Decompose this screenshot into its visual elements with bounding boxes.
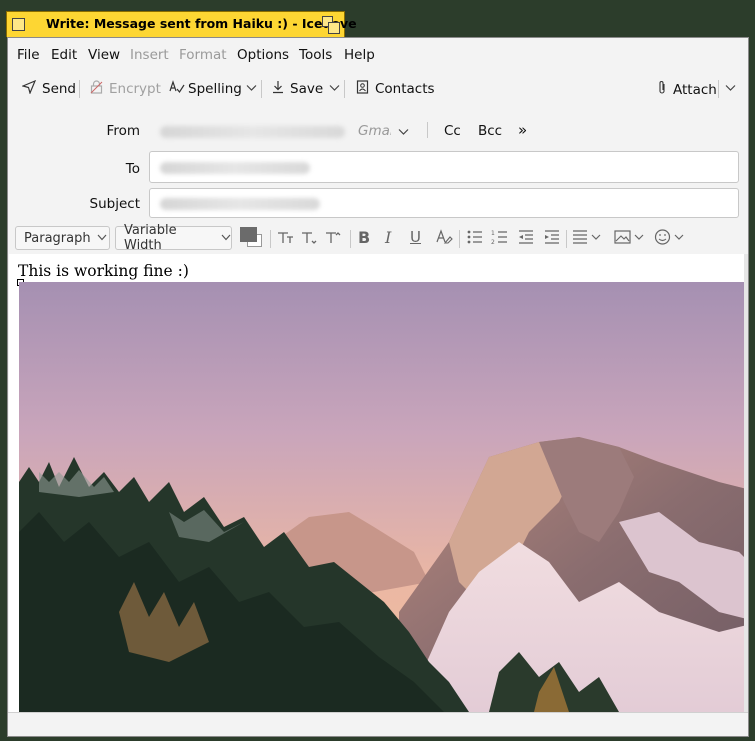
emoji-menu-icon[interactable] [654, 228, 686, 250]
save-button[interactable]: Save [272, 80, 323, 98]
send-label: Send [42, 81, 77, 97]
window-title: Write: Message sent from Haiku :) - Iced… [46, 16, 357, 31]
font-family-select[interactable]: Variable Width [115, 223, 232, 253]
font-size-reduce-icon[interactable] [300, 228, 318, 250]
zoom-box-icon[interactable] [322, 16, 340, 34]
toolbar-divider [79, 80, 80, 98]
format-divider [270, 230, 271, 248]
menu-format[interactable]: Format [179, 47, 227, 63]
format-divider [459, 230, 460, 248]
window-tab[interactable]: Write: Message sent from Haiku :) - Iced… [6, 11, 357, 37]
toolbar-divider [261, 80, 262, 98]
menu-file[interactable]: File [17, 47, 40, 63]
paperclip-icon [658, 80, 667, 99]
encrypt-button[interactable]: Encrypt [90, 80, 161, 98]
contacts-button[interactable]: Contacts [356, 80, 435, 98]
save-label: Save [290, 81, 324, 97]
send-icon [21, 79, 37, 98]
spellcheck-icon [169, 80, 185, 98]
menu-options[interactable]: Options [237, 47, 289, 63]
from-account-label: Gmail [358, 123, 391, 139]
download-icon [272, 80, 284, 98]
format-divider [566, 230, 567, 248]
bold-icon[interactable]: B [358, 228, 370, 247]
formatting-toolbar: Paragraph Variable Width B I U 1 2 [8, 223, 748, 254]
numbered-list-icon[interactable]: 12 [491, 228, 509, 250]
lock-icon [90, 80, 103, 98]
to-label: To [125, 161, 140, 177]
spelling-dropdown-chevron-down-icon[interactable] [246, 82, 257, 95]
text-color-picker-icon[interactable] [240, 227, 264, 247]
address-book-icon [356, 80, 369, 98]
to-recipient-redacted [160, 162, 310, 174]
clear-formatting-icon[interactable] [435, 228, 453, 250]
to-field[interactable] [149, 151, 739, 183]
menu-help[interactable]: Help [344, 47, 375, 63]
menu-insert[interactable]: Insert [130, 47, 169, 63]
main-toolbar: Send Encrypt Spelling Save Contacts Atta… [8, 72, 748, 106]
from-dropdown-chevron-down-icon[interactable] [398, 126, 409, 139]
paragraph-format-select[interactable]: Paragraph [15, 226, 110, 250]
paragraph-format-value: Paragraph [24, 230, 91, 246]
cc-button[interactable]: Cc [444, 123, 461, 139]
embedded-mountain-photo[interactable] [19, 282, 747, 712]
font-size-smaller-icon[interactable] [276, 228, 294, 250]
message-body-editor[interactable]: This is working fine :) [9, 254, 747, 712]
italic-icon[interactable]: I [385, 228, 391, 247]
attach-dropdown-chevron-down-icon[interactable] [725, 82, 736, 95]
subject-input[interactable] [149, 188, 739, 218]
header-divider [427, 122, 428, 138]
insert-image-menu-icon[interactable] [614, 228, 646, 250]
menu-bar: File Edit View Insert Format Options Too… [8, 38, 748, 72]
close-box-icon[interactable] [12, 18, 25, 31]
spelling-label: Spelling [188, 81, 242, 97]
indent-icon[interactable] [543, 228, 561, 250]
chevron-down-icon [97, 233, 107, 244]
send-button[interactable]: Send [21, 79, 77, 98]
menu-tools[interactable]: Tools [299, 47, 332, 63]
compose-window: File Edit View Insert Format Options Too… [7, 37, 749, 737]
menu-edit[interactable]: Edit [51, 47, 77, 63]
bcc-button[interactable]: Bcc [478, 123, 502, 139]
chevron-down-icon [221, 233, 231, 244]
from-address-redacted [160, 126, 345, 138]
align-menu-icon[interactable] [572, 228, 602, 250]
font-size-increase-icon[interactable] [324, 228, 342, 250]
subject-text-redacted [160, 198, 320, 210]
font-family-value: Variable Width [124, 223, 177, 253]
contacts-label: Contacts [375, 81, 435, 97]
attach-label: Attach [673, 81, 717, 98]
format-divider [350, 230, 351, 248]
attach-button[interactable]: Attach [658, 80, 717, 99]
save-dropdown-chevron-down-icon[interactable] [329, 82, 340, 95]
message-body-text: This is working fine :) [18, 262, 189, 280]
svg-text:2: 2 [491, 239, 495, 246]
outdent-icon[interactable] [517, 228, 535, 250]
menu-view[interactable]: View [88, 47, 120, 63]
from-label: From [106, 123, 140, 139]
svg-text:1: 1 [491, 230, 495, 237]
status-bar [8, 712, 748, 736]
underline-icon[interactable]: U [410, 228, 421, 246]
subject-label: Subject [89, 196, 140, 212]
toolbar-divider [718, 80, 719, 98]
spelling-button[interactable]: Spelling [169, 80, 242, 98]
bulleted-list-icon[interactable] [466, 228, 484, 250]
vertical-scrollbar[interactable] [744, 254, 748, 712]
message-headers: From Gmail Cc Bcc » To Subject [8, 106, 748, 224]
more-fields-double-chevron-icon[interactable]: » [518, 121, 527, 139]
encrypt-label: Encrypt [109, 81, 161, 97]
toolbar-divider [344, 80, 345, 98]
